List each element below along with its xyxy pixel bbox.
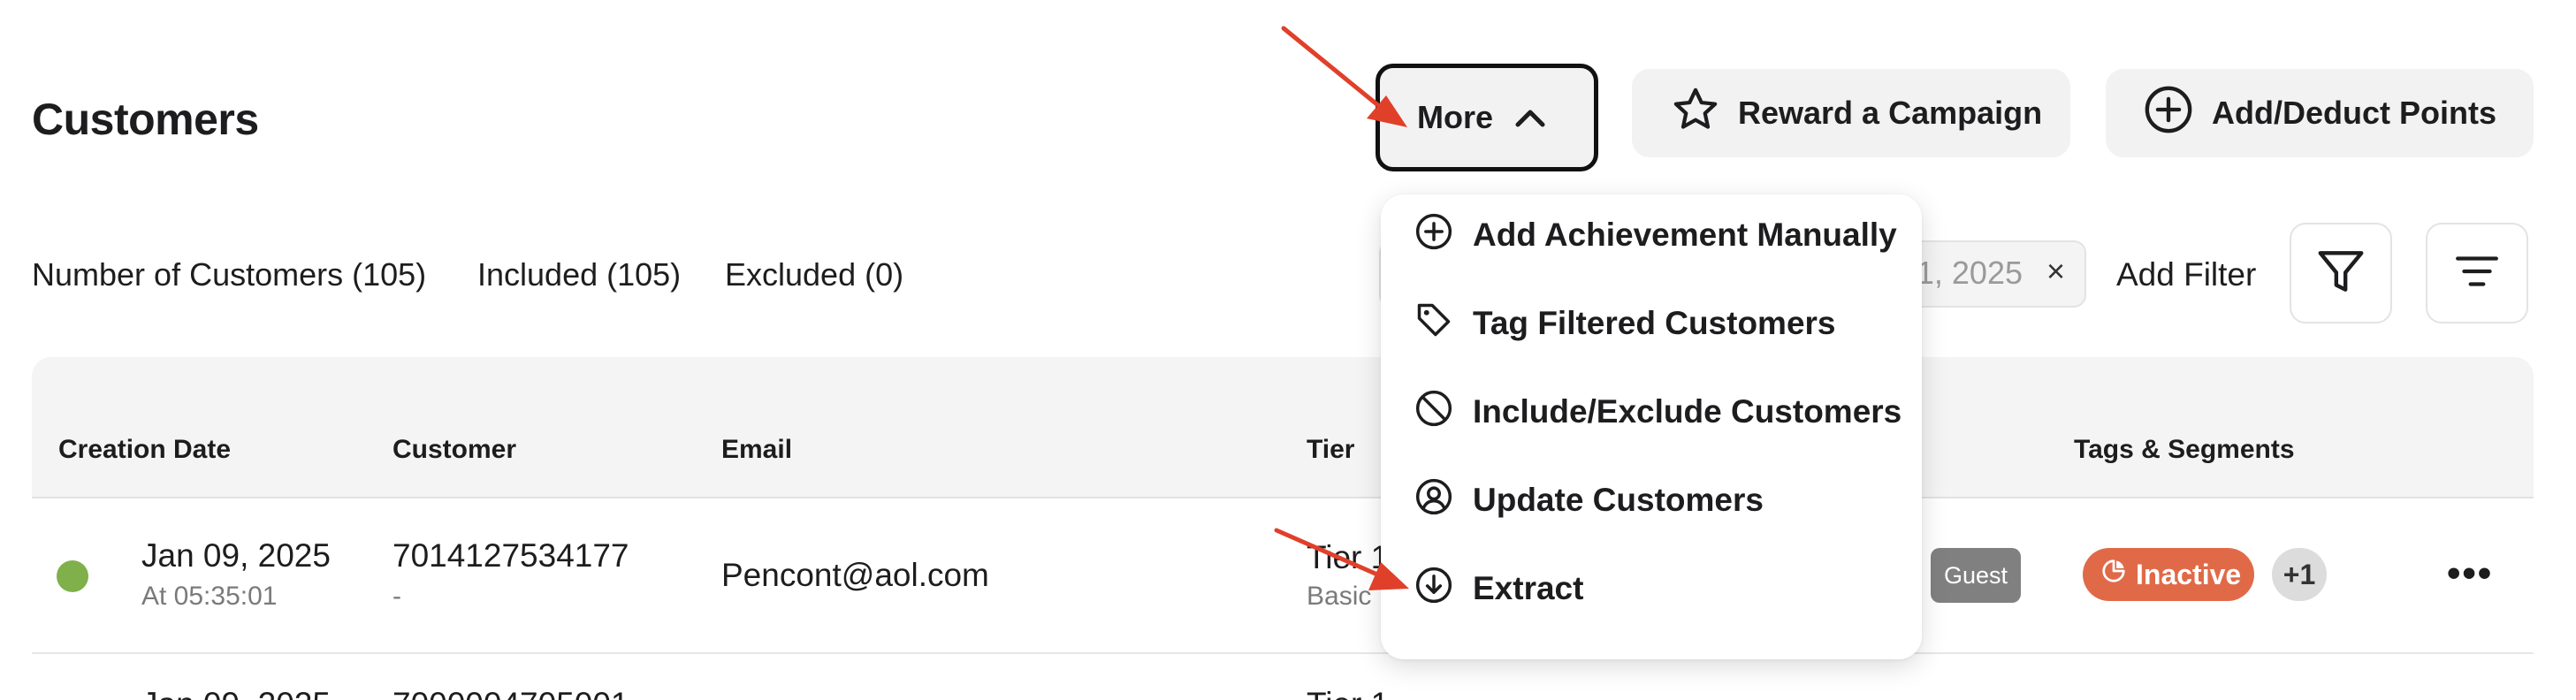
partial-row-date: Jan 09, 2025 bbox=[141, 686, 331, 700]
column-tier[interactable]: Tier bbox=[1307, 435, 1354, 465]
column-email[interactable]: Email bbox=[721, 435, 792, 465]
partial-row-customer-id: 7000004705001 bbox=[392, 686, 629, 700]
column-creation-date[interactable]: Creation Date bbox=[58, 435, 231, 465]
tag-icon bbox=[1414, 301, 1453, 347]
date-filter-chip-text: 1, 2025 bbox=[1916, 255, 2023, 291]
chevron-up-icon bbox=[1513, 100, 1548, 135]
reward-campaign-button[interactable]: Reward a Campaign bbox=[1632, 69, 2070, 157]
creation-date: Jan 09, 2025 bbox=[141, 537, 331, 574]
pie-chart-icon bbox=[2100, 558, 2127, 591]
user-circle-icon bbox=[1414, 477, 1453, 524]
column-tags-segments[interactable]: Tags & Segments bbox=[2074, 435, 2295, 465]
menu-item-include-exclude[interactable]: Include/Exclude Customers bbox=[1414, 385, 1909, 438]
menu-item-tag-customers[interactable]: Tag Filtered Customers bbox=[1414, 297, 1909, 350]
customer-tier-sub: Basic bbox=[1307, 582, 1372, 611]
add-deduct-points-button[interactable]: Add/Deduct Points bbox=[2106, 69, 2534, 157]
inactive-badge: Inactive bbox=[2083, 548, 2254, 601]
menu-item-label: Update Customers bbox=[1473, 482, 1764, 518]
sort-button[interactable] bbox=[2426, 223, 2528, 323]
row-actions-icon[interactable]: ••• bbox=[2447, 552, 2493, 596]
menu-item-update-customers[interactable]: Update Customers bbox=[1414, 474, 1909, 527]
table-header: Creation Date Customer Email Tier Tags &… bbox=[32, 357, 2534, 498]
menu-item-label: Add Achievement Manually bbox=[1473, 217, 1897, 253]
status-dot bbox=[57, 560, 88, 592]
excluded-filter[interactable]: Excluded (0) bbox=[725, 256, 903, 293]
reward-campaign-label: Reward a Campaign bbox=[1738, 95, 2043, 131]
close-icon[interactable]: × bbox=[2046, 253, 2065, 290]
menu-item-label: Tag Filtered Customers bbox=[1473, 305, 1836, 341]
column-customer[interactable]: Customer bbox=[392, 435, 516, 465]
customer-sub: - bbox=[392, 582, 401, 611]
menu-item-label: Include/Exclude Customers bbox=[1473, 393, 1902, 430]
plus-circle-icon bbox=[2143, 84, 2194, 143]
more-tags-badge[interactable]: +1 bbox=[2272, 548, 2327, 601]
funnel-icon bbox=[2313, 244, 2368, 303]
block-icon bbox=[1414, 389, 1453, 436]
menu-item-extract[interactable]: Extract bbox=[1414, 562, 1909, 615]
partial-row-tier: Tier 1 bbox=[1307, 686, 1389, 700]
star-icon bbox=[1671, 85, 1720, 142]
inactive-label: Inactive bbox=[2136, 558, 2242, 590]
menu-item-add-achievement[interactable]: Add Achievement Manually bbox=[1414, 209, 1909, 262]
add-filter-button[interactable]: Add Filter bbox=[2116, 256, 2256, 293]
download-circle-icon bbox=[1414, 566, 1453, 612]
creation-time: At 05:35:01 bbox=[141, 582, 278, 611]
plus-circle-icon bbox=[1414, 212, 1453, 259]
customer-id[interactable]: 7014127534177 bbox=[392, 537, 629, 574]
customer-email: Pencont@aol.com bbox=[721, 557, 989, 593]
filter-button[interactable] bbox=[2290, 223, 2392, 323]
guest-badge: Guest bbox=[1931, 548, 2021, 603]
included-filter[interactable]: Included (105) bbox=[477, 256, 681, 293]
more-button[interactable]: More bbox=[1376, 64, 1598, 171]
sort-lines-icon bbox=[2451, 246, 2503, 301]
row-divider bbox=[32, 652, 2534, 654]
page-title: Customers bbox=[32, 95, 259, 144]
customer-tier: Tier 1 bbox=[1307, 539, 1390, 575]
customers-count: Number of Customers (105) bbox=[32, 256, 427, 293]
add-deduct-points-label: Add/Deduct Points bbox=[2212, 95, 2496, 131]
more-button-label: More bbox=[1417, 99, 1494, 135]
more-dropdown-menu: Add Achievement Manually Tag Filtered Cu… bbox=[1381, 194, 1922, 659]
menu-item-label: Extract bbox=[1473, 570, 1584, 606]
